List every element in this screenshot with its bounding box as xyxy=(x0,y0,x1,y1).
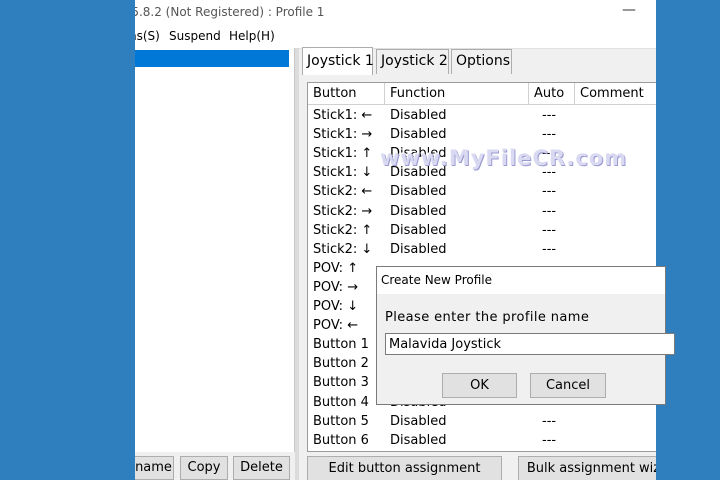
cell-function: Disabled xyxy=(390,108,447,123)
column-header-auto[interactable]: Auto xyxy=(529,83,575,104)
cell-function: Disabled xyxy=(390,127,447,143)
title-bar: er5.8.2 (Not Registered) : Profile 1 — xyxy=(135,0,656,26)
table-row[interactable]: Button 5 Disabled --- xyxy=(308,413,656,432)
cell-auto: --- xyxy=(542,432,557,448)
delete-button[interactable]: Delete xyxy=(233,456,290,480)
profile-list[interactable] xyxy=(135,48,295,452)
cell-button: Button 5 xyxy=(313,413,369,429)
cell-button: Button 2 xyxy=(313,356,369,372)
ok-button[interactable]: OK xyxy=(442,373,517,398)
bulk-assignment-wizard-button[interactable]: Bulk assignment wiz xyxy=(518,456,656,480)
cell-button: Button 3 xyxy=(313,375,369,391)
cell-function: Disabled xyxy=(390,184,447,200)
table-row[interactable]: Stick2: ↓ Disabled --- xyxy=(308,241,656,260)
menu-settings[interactable]: ns(S) xyxy=(135,29,160,43)
cell-function: Disabled xyxy=(390,203,447,219)
cell-button: Stick1: ← xyxy=(313,108,373,123)
cell-button: Stick1: ↓ xyxy=(313,165,373,181)
menu-help[interactable]: Help(H) xyxy=(229,29,275,43)
cell-button: Stick2: ↓ xyxy=(313,241,373,257)
table-row[interactable]: Stick2: → Disabled --- xyxy=(308,203,656,222)
cell-auto: --- xyxy=(542,184,557,200)
menu-suspend[interactable]: Suspend xyxy=(169,29,221,43)
cell-button: Button 6 xyxy=(313,432,369,448)
selected-profile-item[interactable] xyxy=(135,50,289,67)
table-row[interactable]: Stick1: ← Disabled --- xyxy=(308,107,656,126)
dialog-title-bar: Create New Profile xyxy=(377,267,665,294)
edit-button-assignment-button[interactable]: Edit button assignment xyxy=(307,456,502,480)
cell-button: Stick2: → xyxy=(313,203,373,219)
cell-auto: --- xyxy=(542,241,557,257)
copy-button[interactable]: Copy xyxy=(180,456,228,480)
cell-function: Disabled xyxy=(390,432,447,448)
cell-auto: --- xyxy=(542,127,557,143)
cell-auto: --- xyxy=(542,108,557,123)
table-row[interactable]: Button 6 Disabled --- xyxy=(308,432,656,451)
app-window: er5.8.2 (Not Registered) : Profile 1 — n… xyxy=(135,0,656,480)
profile-name-input[interactable] xyxy=(385,333,675,355)
cell-function: Disabled xyxy=(390,222,447,238)
column-header-button[interactable]: Button xyxy=(308,83,385,104)
cell-button: POV: ↑ xyxy=(313,260,359,276)
tab-options[interactable]: Options xyxy=(451,49,512,74)
cell-button: Stick2: ↑ xyxy=(313,222,373,238)
column-header-function[interactable]: Function xyxy=(385,83,529,104)
menu-bar: ns(S) Suspend Help(H) xyxy=(135,26,656,49)
cell-auto: --- xyxy=(542,413,557,429)
pane-splitter[interactable] xyxy=(295,48,299,480)
column-header-comment[interactable]: Comment xyxy=(575,83,656,104)
minimize-button[interactable]: — xyxy=(622,2,636,18)
cell-button: Stick2: ← xyxy=(313,184,373,200)
cell-auto: --- xyxy=(542,203,557,219)
dialog-title: Create New Profile xyxy=(381,273,492,287)
cell-auto: --- xyxy=(542,222,557,238)
window-title: er5.8.2 (Not Registered) : Profile 1 xyxy=(135,5,325,19)
cell-function: Disabled xyxy=(390,241,447,257)
tab-joystick-2[interactable]: Joystick 2 xyxy=(376,49,449,74)
cell-button: POV: → xyxy=(313,279,359,295)
dialog-prompt: Please enter the profile name xyxy=(385,310,590,325)
cancel-button[interactable]: Cancel xyxy=(530,373,606,398)
list-header: Button Function Auto Comment xyxy=(308,83,656,105)
cell-button: Stick1: → xyxy=(313,127,373,143)
watermark-text: www.MyFileCR.com xyxy=(380,146,628,170)
cell-button: POV: ↓ xyxy=(313,299,359,314)
cell-function: Disabled xyxy=(390,413,447,429)
cell-button: Button 1 xyxy=(313,337,369,353)
cell-button: Button 4 xyxy=(313,394,369,410)
table-row[interactable]: Stick2: ↑ Disabled --- xyxy=(308,222,656,241)
create-profile-dialog: Create New Profile Please enter the prof… xyxy=(376,266,675,405)
tab-joystick-1[interactable]: Joystick 1 xyxy=(302,47,374,75)
table-row[interactable]: Stick2: ← Disabled --- xyxy=(308,183,656,202)
cell-button: Stick1: ↑ xyxy=(313,146,373,162)
cell-button: POV: ← xyxy=(313,318,359,334)
table-row[interactable]: Stick1: → Disabled --- xyxy=(308,126,656,145)
rename-button[interactable]: name xyxy=(135,456,174,480)
